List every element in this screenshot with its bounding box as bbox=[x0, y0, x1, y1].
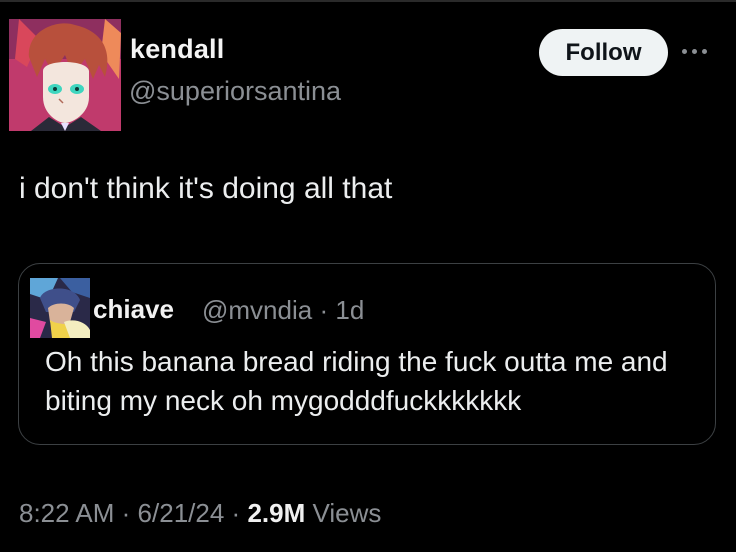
separator-dot: · bbox=[121, 498, 131, 528]
tweet-text: i don't think it's doing all that bbox=[19, 172, 393, 205]
top-divider bbox=[0, 0, 736, 2]
quoted-author-name[interactable]: chiave bbox=[93, 294, 174, 325]
author-avatar[interactable] bbox=[9, 19, 121, 131]
separator-dot: · bbox=[319, 295, 329, 325]
dot bbox=[702, 48, 707, 54]
author-handle[interactable]: @superiorsantina bbox=[129, 76, 341, 107]
quoted-tweet-card[interactable]: chiave @mvndia · 1d Oh this banana bread… bbox=[18, 263, 716, 445]
quoted-tweet-age[interactable]: 1d bbox=[335, 295, 364, 325]
author-name[interactable]: kendall bbox=[130, 34, 224, 65]
tweet-meta: 8:22 AM · 6/21/24 · 2.9M Views bbox=[19, 498, 381, 529]
more-options-icon[interactable] bbox=[682, 44, 716, 58]
tweet-date[interactable]: 6/21/24 bbox=[138, 498, 225, 528]
views-label: Views bbox=[312, 498, 382, 528]
dot bbox=[692, 48, 697, 54]
quoted-tweet-text: Oh this banana bread riding the fuck out… bbox=[45, 346, 668, 416]
separator-dot: · bbox=[231, 498, 241, 528]
dot bbox=[682, 48, 687, 54]
quoted-author-meta: @mvndia · 1d bbox=[202, 295, 364, 326]
views-count[interactable]: 2.9M bbox=[247, 498, 305, 528]
tweet-time[interactable]: 8:22 AM bbox=[19, 498, 114, 528]
quoted-author-handle[interactable]: @mvndia bbox=[202, 295, 312, 325]
follow-button[interactable]: Follow bbox=[539, 29, 668, 76]
quoted-author-avatar[interactable] bbox=[30, 278, 90, 338]
